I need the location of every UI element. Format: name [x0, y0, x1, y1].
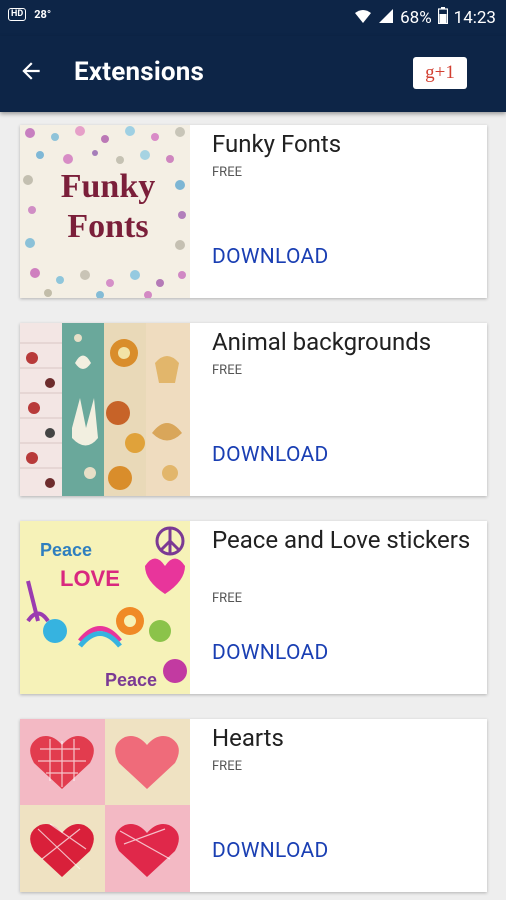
signal-icon [378, 8, 394, 29]
extension-card: Funky Fonts Funky Fonts FREE DOWNLOAD [20, 125, 487, 298]
battery-percent: 68% [400, 8, 432, 28]
extension-thumbnail: Peace LOVE Peace [20, 521, 190, 694]
download-button[interactable]: DOWNLOAD [212, 443, 329, 467]
extension-title: Funky Fonts [212, 130, 342, 158]
download-button[interactable]: DOWNLOAD [212, 245, 329, 269]
temperature: 28° [34, 8, 52, 21]
extension-thumbnail [20, 719, 190, 892]
extension-title: Animal backgrounds [212, 328, 432, 356]
extension-price: FREE [212, 591, 242, 606]
battery-icon [437, 7, 448, 29]
status-bar: HD 28° 68% 14:23 [0, 0, 506, 36]
thumb-love-text: LOVE [60, 566, 120, 591]
extension-card: Hearts FREE DOWNLOAD [20, 719, 487, 892]
extension-title: Peace and Love stickers [212, 526, 471, 554]
app-bar: Extensions g+1 [0, 36, 506, 112]
hd-voice-icon: HD [8, 8, 27, 21]
extension-title: Hearts [212, 724, 284, 752]
extension-card: Animal backgrounds FREE DOWNLOAD [20, 323, 487, 496]
clock: 14:23 [453, 8, 496, 28]
thumb-fonts-text: Fonts [67, 208, 148, 245]
download-button[interactable]: DOWNLOAD [212, 641, 329, 665]
arrow-back-icon [22, 62, 40, 80]
extension-card: Peace LOVE Peace Peace and Love stickers… [20, 521, 487, 694]
wifi-icon [354, 8, 372, 29]
extension-thumbnail [20, 323, 190, 496]
page-title: Extensions [74, 57, 205, 87]
download-button[interactable]: DOWNLOAD [212, 839, 329, 863]
thumb-funky-text: Funky [61, 168, 156, 205]
extension-thumbnail: Funky Fonts [20, 125, 190, 298]
thumb-peace-bottom-text: Peace [105, 670, 157, 690]
back-button[interactable] [18, 58, 54, 90]
extension-price: FREE [212, 165, 242, 180]
thumb-peace-text: Peace [40, 540, 92, 560]
extension-price: FREE [212, 759, 242, 774]
extension-price: FREE [212, 363, 242, 378]
google-plus-one-button[interactable]: g+1 [413, 57, 467, 89]
